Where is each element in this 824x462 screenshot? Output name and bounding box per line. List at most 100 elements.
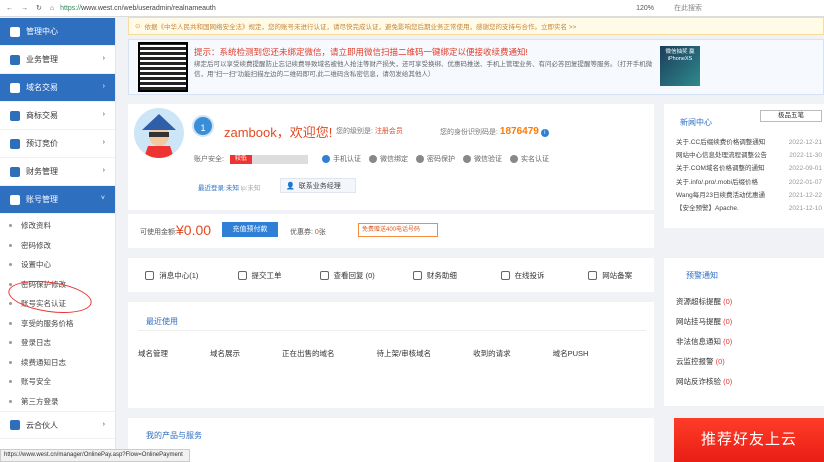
chevron-icon: › bbox=[102, 139, 105, 146]
phone-auth[interactable]: 手机认证 bbox=[321, 154, 361, 164]
list-item[interactable]: 【安全预警】Apache. 2021-12-10 bbox=[676, 202, 822, 215]
list-item[interactable]: 关于.COM域名价格调整的通知 2022-09-01 bbox=[676, 162, 822, 175]
quick-finance[interactable]: 财务助细 bbox=[391, 270, 479, 281]
home-icon[interactable]: ⌂ bbox=[50, 5, 54, 12]
recent-requests[interactable]: 收到的请求 bbox=[473, 348, 511, 359]
recent-domain-selling[interactable]: 正在出售的域名 bbox=[282, 348, 335, 359]
security-level: 较低 bbox=[229, 154, 252, 164]
lock-icon bbox=[415, 155, 424, 163]
subitem-login-log[interactable]: 登录日志 bbox=[0, 333, 115, 353]
news-title[interactable]: 新闻中心 bbox=[680, 117, 712, 128]
sidebar-item-trademark[interactable]: 商标交易 › bbox=[0, 102, 115, 130]
avatar bbox=[134, 108, 184, 158]
list-item[interactable]: 关于.CC后缀续费价格调整通知 2022-12-21 bbox=[676, 136, 822, 149]
subitem-service-price[interactable]: 享受的服务价格 bbox=[0, 314, 115, 334]
member-level: 您的级别是: 注册会员 bbox=[336, 128, 403, 135]
user-icon bbox=[10, 194, 20, 205]
input-method-badge: 极品五笔 bbox=[760, 110, 822, 122]
vip-level-badge: 1 bbox=[192, 115, 214, 137]
trademark-icon bbox=[10, 110, 20, 121]
sidebar: 管理中心 业务管理 › 域名交易 › 商标交易 › 预订竞价 › 财务管理 › 账号管理 ˅… bbox=[0, 18, 116, 462]
security-bar: 较低 bbox=[229, 154, 308, 164]
subitem-settings[interactable]: 设置中心 bbox=[0, 255, 115, 275]
list-item[interactable]: 网站挂马提醒 (0) bbox=[676, 316, 816, 336]
sidebar-item-account[interactable]: 账号管理 ˅ bbox=[0, 186, 115, 214]
recent-domain-push[interactable]: 域名PUSH bbox=[553, 348, 589, 359]
grid-icon bbox=[10, 54, 20, 65]
list-item[interactable]: 关于.info/.pro/.mobi后缀价格 2022-01-07 bbox=[676, 176, 822, 189]
chevron-icon: › bbox=[102, 55, 105, 62]
list-item[interactable]: 非法信息通知 (0) bbox=[676, 336, 816, 356]
forward-icon[interactable]: → bbox=[21, 5, 28, 12]
list-item[interactable]: 资源超标提醒 (0) bbox=[676, 296, 816, 316]
subitem-change-password[interactable]: 密码修改 bbox=[0, 236, 115, 256]
tab-products[interactable]: 我的产品与服务 bbox=[146, 430, 202, 441]
recent-domain-manage[interactable]: 域名管理 bbox=[138, 348, 168, 359]
sidebar-item-bidding[interactable]: 预订竞价 › bbox=[0, 130, 115, 158]
tab-recent[interactable]: 最近使用 bbox=[146, 316, 178, 327]
zoom-level[interactable]: 120% bbox=[636, 5, 654, 12]
quick-message-center[interactable]: 消息中心(1) bbox=[128, 270, 216, 281]
products-card bbox=[128, 418, 654, 462]
message-icon bbox=[145, 270, 155, 280]
search-input[interactable]: 在此搜索 bbox=[674, 3, 784, 13]
alerts-list: 资源超标提醒 (0) 网站挂马提醒 (0) 非法信息通知 (0) 云监控报警 (… bbox=[676, 296, 816, 396]
list-item[interactable]: 网站反诈核验 (0) bbox=[676, 376, 816, 396]
subitem-edit-profile[interactable]: 修改资料 bbox=[0, 216, 115, 236]
cloud-icon bbox=[10, 420, 20, 430]
browser-toolbar: ← → ↻ ⌂ https://www.west.cn/web/useradmi… bbox=[0, 0, 824, 17]
wechat-bind[interactable]: 微信绑定 bbox=[368, 154, 408, 164]
complaint-icon bbox=[500, 270, 510, 280]
last-login: 最近登录:未知 ip:未知 bbox=[198, 185, 261, 192]
realname-auth[interactable]: 实名认证 bbox=[509, 154, 549, 164]
browser-status-url: https://www.west.cn/manager/OnlinePay.as… bbox=[0, 449, 190, 462]
welcome-text: zambook，欢迎您! bbox=[224, 125, 333, 140]
quick-view-reply[interactable]: 查看回复 (0) bbox=[303, 270, 391, 281]
sidebar-item-business[interactable]: 业务管理 › bbox=[0, 46, 115, 74]
list-item[interactable]: 云监控报警 (0) bbox=[676, 356, 816, 376]
quick-submit-ticket[interactable]: 提交工单 bbox=[216, 270, 304, 281]
back-icon[interactable]: ← bbox=[6, 5, 13, 12]
chevron-icon: › bbox=[102, 83, 105, 90]
quick-icp[interactable]: 网站备案 bbox=[566, 270, 654, 281]
referral-promo-banner[interactable]: 推荐好友上云 bbox=[674, 418, 824, 462]
alert-title: 提示：系统检测到您还未绑定微信，请立即用微信扫描二维码一键绑定以便接收续费通知! bbox=[194, 47, 528, 57]
subitem-account-security[interactable]: 账号安全 bbox=[0, 372, 115, 392]
realname-notice[interactable]: ⊙ 依据《中华人民共和国网络安全法》规定，您的账号未进行认证，请尽快完成认证，避免… bbox=[128, 17, 824, 35]
wechat-verify[interactable]: 微信验证 bbox=[462, 154, 502, 164]
recent-domain-review[interactable]: 待上架/审核域名 bbox=[377, 348, 432, 359]
news-list: 关于.CC后缀续费价格调整通知 2022-12-21 网站中心信息处理流程调整公告… bbox=[676, 136, 822, 215]
address-bar[interactable]: https://www.west.cn/web/useradmin/realna… bbox=[60, 5, 216, 12]
list-item[interactable]: 网站中心信息处理流程调整公告 2022-11-30 bbox=[676, 149, 822, 162]
phone-icon bbox=[321, 155, 330, 163]
id-icon bbox=[509, 155, 518, 163]
finance-icon bbox=[412, 270, 422, 280]
balance-value: ¥0.00 bbox=[176, 222, 212, 238]
recent-domain-show[interactable]: 域名展示 bbox=[210, 348, 240, 359]
security-row: 账户安全: 较低 手机认证 微信绑定 密码保护 微信验证 实名认证 bbox=[194, 154, 549, 164]
subitem-third-party-login[interactable]: 第三方登录 bbox=[0, 392, 115, 412]
coupon[interactable]: 优惠券: 0张 bbox=[290, 227, 326, 237]
clock-icon bbox=[10, 138, 20, 149]
free-400-button[interactable]: 免费赠送400电话号码 bbox=[358, 223, 438, 237]
chevron-icon: › bbox=[102, 111, 105, 118]
password-protect[interactable]: 密码保护 bbox=[415, 154, 455, 164]
promo-phone-image[interactable]: 微信抽奖 赢iPhoneXS bbox=[660, 46, 700, 86]
quick-complaint[interactable]: 在线投诉 bbox=[479, 270, 567, 281]
recharge-button[interactable]: 充值预付款 bbox=[222, 222, 278, 237]
divider bbox=[138, 330, 646, 331]
sidebar-item-partner[interactable]: 云合伙人 › bbox=[0, 411, 115, 439]
globe-icon bbox=[10, 82, 20, 93]
sidebar-item-domain-trade[interactable]: 域名交易 › bbox=[0, 74, 115, 102]
info-icon[interactable]: i bbox=[540, 129, 549, 137]
recent-links: 域名管理 域名展示 正在出售的域名 待上架/审核域名 收到的请求 域名PUSH bbox=[138, 348, 646, 359]
contact-manager-button[interactable]: 👤 联系业务经理 bbox=[280, 178, 356, 193]
sidebar-item-dashboard[interactable]: 管理中心 bbox=[0, 18, 115, 46]
home-icon bbox=[10, 26, 20, 37]
icp-icon bbox=[588, 270, 598, 280]
list-item[interactable]: Wang每月23日续费活动优惠通 2021-12-22 bbox=[676, 189, 822, 202]
wallet-icon bbox=[10, 166, 20, 177]
refresh-icon[interactable]: ↻ bbox=[36, 4, 42, 12]
sidebar-item-finance[interactable]: 财务管理 › bbox=[0, 158, 115, 186]
subitem-renewal-log[interactable]: 续费通知日志 bbox=[0, 353, 115, 373]
